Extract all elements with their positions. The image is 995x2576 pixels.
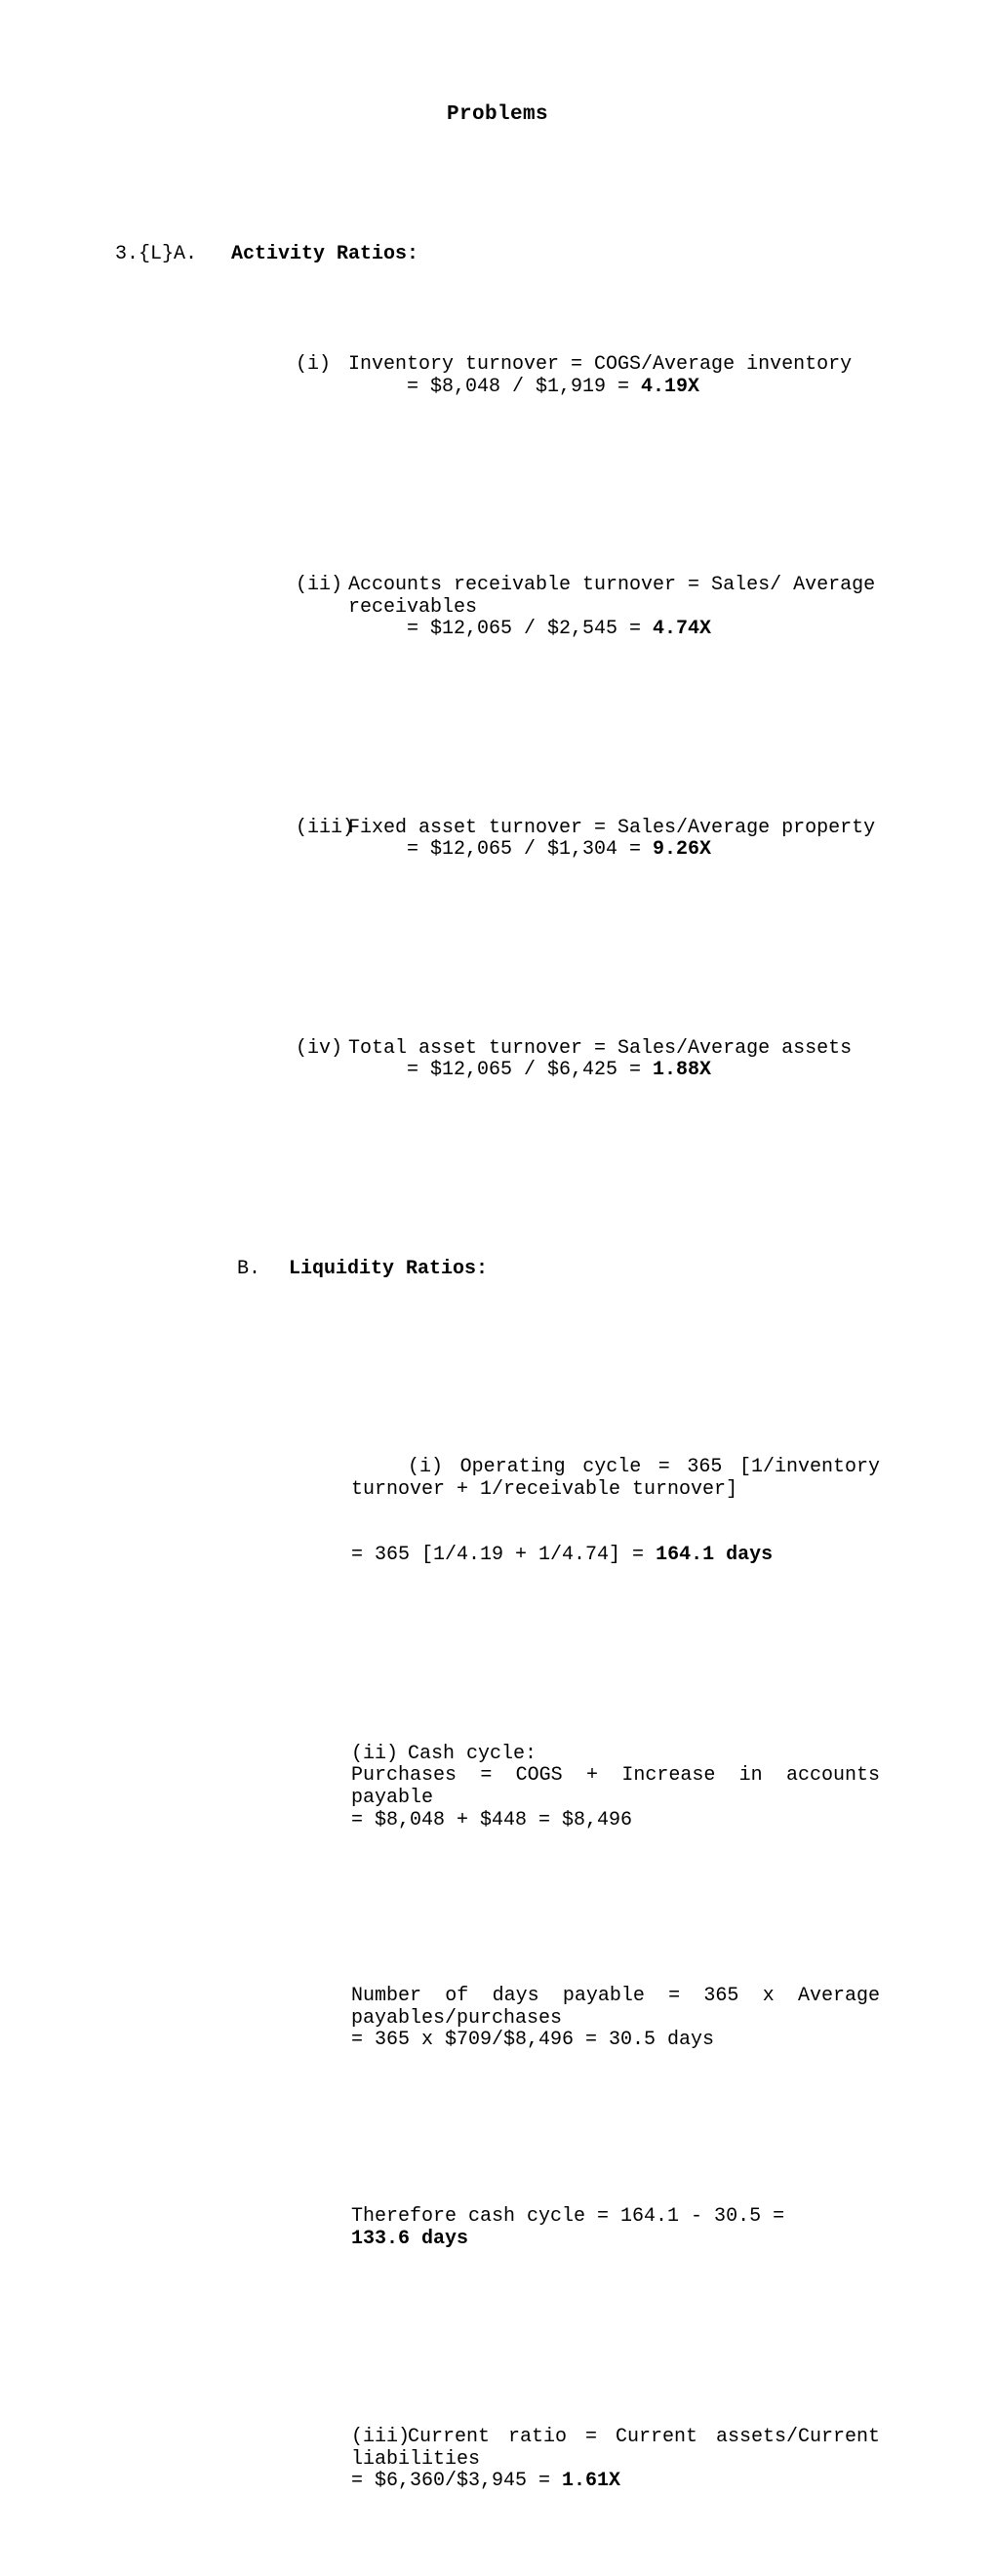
- item-text-block-2: Number of days payable = 365 x Average p…: [351, 1985, 893, 2030]
- item-result-block-3: 133.6 days: [351, 2227, 469, 2250]
- item-marker: (iii): [351, 2426, 411, 2449]
- list-item: (ii) Cash cycle: Purchases = COGS + Increa…: [115, 1742, 893, 1831]
- section-number-b: B.: [237, 1257, 261, 1280]
- list-item: (i) Operating cycle = 365 [1/inventory t…: [115, 1456, 880, 1501]
- list-item: (iii) Current ratio = Current assets/Curr…: [115, 2426, 893, 2493]
- item-calculation: = $8,048 / $1,919 = 4.19X: [348, 375, 880, 399]
- calc-result: 1.61X: [562, 2470, 621, 2493]
- item-calculation: = $12,065 / $1,304 = 9.26X: [348, 839, 880, 862]
- section-heading-activity: 3.{L}A. Activity Ratios:: [115, 244, 880, 266]
- calc-expression: = $12,065 / $2,545 =: [407, 618, 654, 641]
- section-number-a: 3.{L}A.: [115, 243, 198, 266]
- item-marker: (iii): [296, 816, 355, 839]
- item-text: Fixed asset turnover = Sales/Average pro…: [348, 816, 876, 839]
- item-text-block-3: Therefore cash cycle = 164.1 - 30.5 =: [351, 2205, 797, 2229]
- calc-result: 4.74X: [653, 618, 712, 641]
- calc-expression: = $12,065 / $6,425 =: [407, 1059, 654, 1082]
- item-calc-block-1: = $8,048 + $448 = $8,496: [351, 1808, 633, 1831]
- page-title: Problems: [446, 103, 549, 126]
- item-calculation: = $6,360/$3,945 = 1.61X: [351, 2471, 880, 2493]
- calc-expression: = 365 [1/4.19 + 1/4.74] =: [351, 1544, 657, 1567]
- document-body: 3.{L}A. Activity Ratios: (i) Inventory tur…: [115, 156, 880, 2576]
- calc-result: 9.26X: [653, 838, 712, 862]
- item-marker: (iv): [296, 1036, 343, 1060]
- item-calculation-row: = 365 [1/4.19 + 1/4.74] = 164.1 days: [115, 1545, 880, 1567]
- item-marker: (i): [296, 353, 332, 377]
- section-heading-liquidity: B. Liquidity Ratios:: [115, 1257, 880, 1281]
- calc-result: 164.1 days: [656, 1544, 774, 1567]
- item-text: Total asset turnover = Sales/Average ass…: [348, 1036, 853, 1060]
- item-heading-line: Cash cycle:: [408, 1742, 537, 1765]
- item-text: Inventory turnover = COGS/Average invent…: [348, 353, 853, 377]
- item-calculation: = 365 [1/4.19 + 1/4.74] = 164.1 days: [351, 1545, 880, 1567]
- list-item: (iv) Total asset turnover = Sales/Average…: [115, 1036, 880, 1082]
- calc-expression: = $8,048 / $1,919 =: [407, 375, 642, 398]
- item-calculation: = $12,065 / $2,545 = 4.74X: [348, 619, 880, 641]
- calc-result: 4.19X: [641, 375, 700, 398]
- section-title-a: Activity Ratios:: [231, 243, 419, 266]
- list-item-continued: Therefore cash cycle = 164.1 - 30.5 = 13…: [115, 2206, 880, 2250]
- item-marker: (ii): [351, 1742, 399, 1765]
- item-text: Current ratio = Current assets/Current l…: [351, 2426, 893, 2471]
- calc-result: 1.88X: [653, 1059, 712, 1082]
- item-marker: (i): [408, 1456, 444, 1479]
- list-item: (ii) Accounts receivable turnover = Sales…: [115, 574, 888, 641]
- list-item-continued: Number of days payable = 365 x Average p…: [115, 1985, 893, 2052]
- calc-expression: = $6,360/$3,945 =: [351, 2470, 563, 2493]
- section-title-b: Liquidity Ratios:: [289, 1257, 489, 1280]
- item-calc-block-2: = 365 x $709/$8,496 = 30.5 days: [351, 2029, 715, 2052]
- list-item: (iii) Fixed asset turnover = Sales/Averag…: [115, 816, 880, 862]
- document-page: Problems 3.{L}A. Activity Ratios: (i) Inve…: [0, 0, 995, 2492]
- item-text: Accounts receivable turnover = Sales/ Av…: [348, 574, 888, 619]
- calc-expression: = $12,065 / $1,304 =: [407, 838, 654, 862]
- item-text-block-1: Purchases = COGS + Increase in accounts …: [351, 1764, 893, 1809]
- item-marker: (ii): [296, 574, 343, 597]
- list-item: (i) Inventory turnover = COGS/Average inv…: [115, 354, 880, 398]
- item-calculation: = $12,065 / $6,425 = 1.88X: [348, 1060, 880, 1082]
